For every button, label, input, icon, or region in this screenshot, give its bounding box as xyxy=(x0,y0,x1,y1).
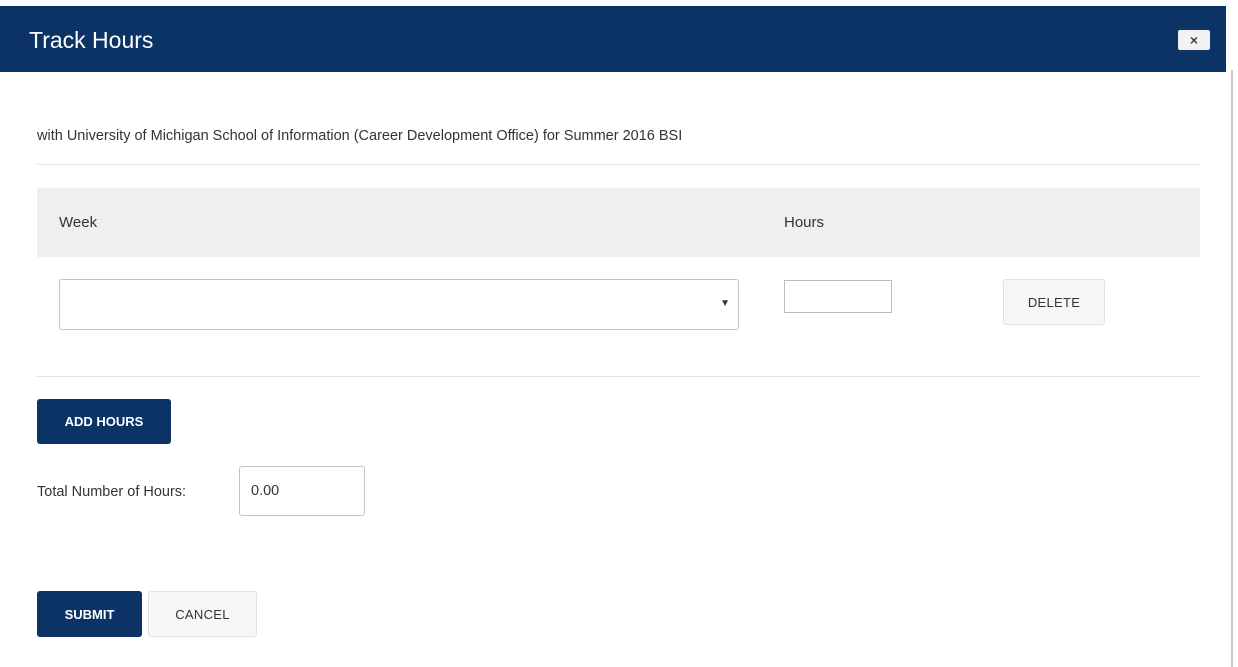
week-select[interactable]: ▼ xyxy=(59,279,739,330)
submit-button[interactable]: SUBMIT xyxy=(37,591,142,637)
delete-button[interactable]: DELETE xyxy=(1003,279,1105,325)
close-button[interactable]: × xyxy=(1178,30,1210,50)
dialog-header: Track Hours × xyxy=(0,6,1226,72)
background-page-edge xyxy=(1226,0,1238,667)
total-hours-label: Total Number of Hours: xyxy=(37,484,187,500)
divider xyxy=(37,376,1200,377)
hours-input[interactable] xyxy=(784,280,892,313)
divider xyxy=(37,164,1200,165)
track-hours-dialog: Track Hours × with University of Michiga… xyxy=(0,0,1226,667)
hours-table-header: Week Hours xyxy=(37,188,1200,257)
cancel-button[interactable]: CANCEL xyxy=(148,591,257,637)
close-icon: × xyxy=(1189,32,1199,48)
hours-column-header: Hours xyxy=(784,214,825,231)
week-column-header: Week xyxy=(59,214,98,231)
chevron-down-icon: ▼ xyxy=(720,298,730,309)
add-hours-button[interactable]: ADD HOURS xyxy=(37,399,171,444)
dialog-title: Track Hours xyxy=(29,27,154,53)
background-divider xyxy=(1231,70,1233,667)
dialog-subtitle: with University of Michigan School of In… xyxy=(37,128,683,144)
total-hours-field[interactable] xyxy=(239,466,365,516)
